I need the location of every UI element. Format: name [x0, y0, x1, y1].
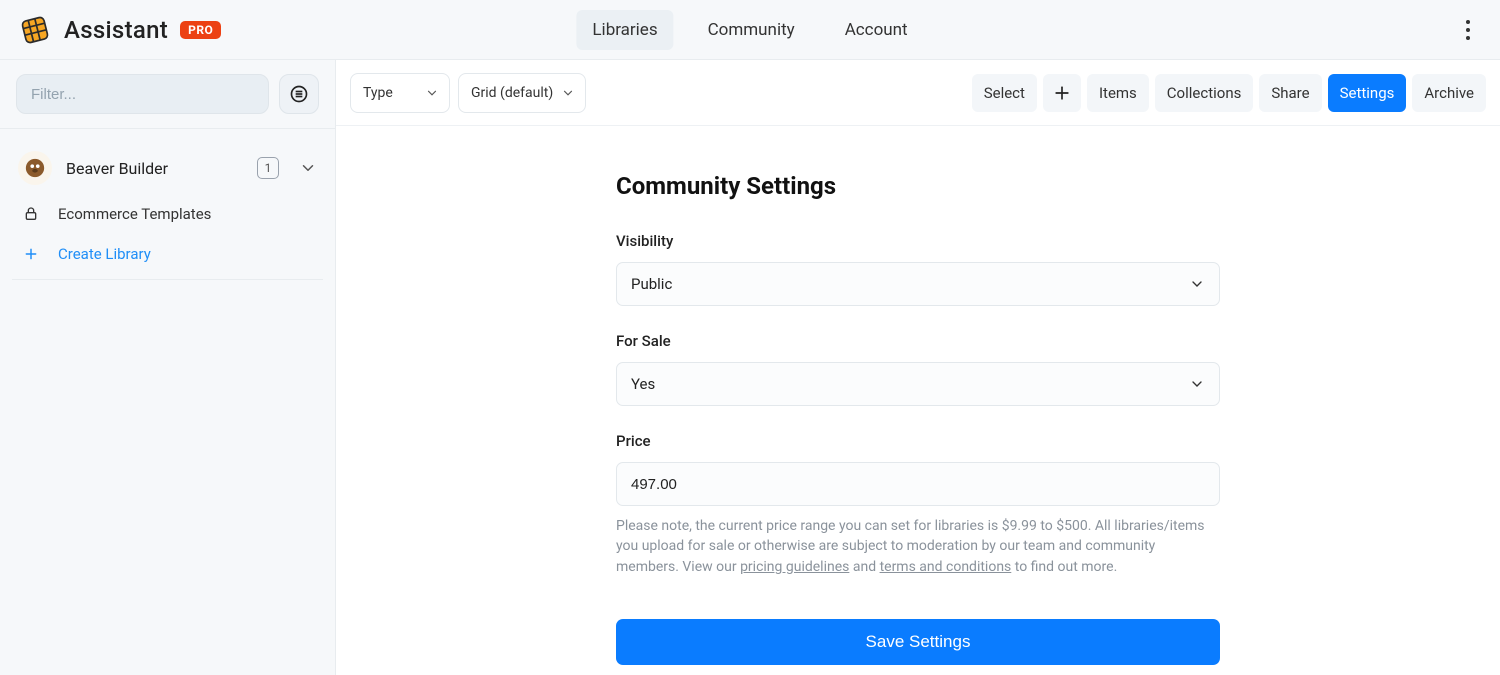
app-header: Assistant PRO Libraries Community Accoun… [0, 0, 1500, 60]
type-dropdown-label: Type [363, 85, 393, 101]
price-input[interactable] [631, 476, 1205, 493]
filter-input[interactable] [16, 74, 269, 114]
main-nav: Libraries Community Account [576, 10, 923, 50]
brand: Assistant PRO [18, 13, 221, 47]
type-dropdown[interactable]: Type [350, 73, 450, 113]
library-item-ecommerce[interactable]: Ecommerce Templates [12, 193, 323, 235]
list-icon [289, 84, 309, 104]
for-sale-label: For Sale [616, 332, 1220, 350]
tab-collections[interactable]: Collections [1155, 74, 1254, 112]
chevron-down-icon [425, 86, 439, 100]
main-area: Type Grid (default) Select Items Collect… [336, 60, 1500, 675]
chevron-down-icon[interactable] [299, 159, 317, 177]
help-post: to find out more. [1011, 559, 1117, 575]
nav-account[interactable]: Account [829, 10, 924, 50]
chevron-down-icon [1189, 376, 1205, 392]
view-dropdown[interactable]: Grid (default) [458, 73, 586, 113]
library-toolbar: Type Grid (default) Select Items Collect… [336, 60, 1500, 126]
visibility-label: Visibility [616, 232, 1220, 250]
visibility-select[interactable]: Public [616, 262, 1220, 306]
team-count-badge: 1 [257, 157, 279, 179]
tab-settings[interactable]: Settings [1328, 74, 1407, 112]
price-field: Price Please note, the current price ran… [616, 432, 1220, 577]
add-item-button[interactable] [1043, 74, 1081, 112]
tab-archive[interactable]: Archive [1412, 74, 1486, 112]
tab-share[interactable]: Share [1259, 74, 1321, 112]
nav-libraries[interactable]: Libraries [576, 10, 673, 50]
view-dropdown-label: Grid (default) [471, 85, 553, 101]
terms-link[interactable]: terms and conditions [880, 559, 1012, 575]
header-right [1454, 16, 1482, 44]
create-library-button[interactable]: Create Library [12, 235, 323, 280]
brand-name: Assistant [64, 16, 168, 44]
settings-title: Community Settings [616, 172, 1220, 200]
sidebar: Beaver Builder 1 Ecommerce Templates Cre… [0, 60, 336, 675]
pro-badge: PRO [180, 21, 221, 39]
help-mid: and [849, 559, 879, 575]
plus-icon [1052, 83, 1072, 103]
tab-items[interactable]: Items [1087, 74, 1149, 112]
select-mode-button[interactable]: Select [972, 74, 1037, 112]
visibility-value: Public [631, 275, 672, 293]
for-sale-value: Yes [631, 375, 655, 393]
lock-icon [20, 206, 42, 222]
chevron-down-icon [1189, 276, 1205, 292]
chevron-down-icon [561, 86, 575, 100]
team-avatar-icon [18, 151, 52, 185]
for-sale-select[interactable]: Yes [616, 362, 1220, 406]
price-help-text: Please note, the current price range you… [616, 516, 1220, 577]
pricing-guidelines-link[interactable]: pricing guidelines [740, 559, 849, 575]
nav-community[interactable]: Community [692, 10, 811, 50]
price-label: Price [616, 432, 1220, 450]
filter-options-button[interactable] [279, 74, 319, 114]
logo-icon [18, 13, 52, 47]
for-sale-field: For Sale Yes [616, 332, 1220, 406]
create-library-label: Create Library [58, 245, 151, 263]
more-menu-icon[interactable] [1454, 16, 1482, 44]
library-item-label: Ecommerce Templates [58, 205, 211, 223]
team-name: Beaver Builder [66, 159, 243, 178]
price-input-wrap [616, 462, 1220, 506]
save-settings-button[interactable]: Save Settings [616, 619, 1220, 665]
team-row[interactable]: Beaver Builder 1 [12, 143, 323, 193]
sidebar-filter-bar [0, 60, 335, 129]
settings-panel: Community Settings Visibility Public For… [336, 126, 1500, 675]
plus-icon [20, 246, 42, 262]
sidebar-list: Beaver Builder 1 Ecommerce Templates Cre… [0, 129, 335, 280]
visibility-field: Visibility Public [616, 232, 1220, 306]
